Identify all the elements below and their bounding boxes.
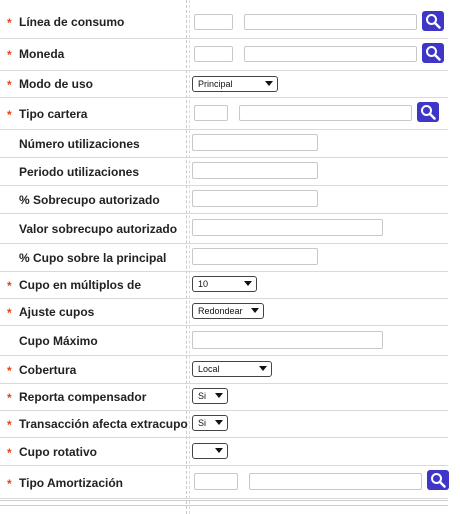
chevron-down-icon [259,366,267,371]
row-periodo-utilizaciones: Periodo utilizaciones [0,157,448,186]
row-linea-consumo: * Línea de consumo [0,6,448,39]
transaccion-extracupo-select[interactable]: Si [192,415,228,431]
transaccion-extracupo-selected-value: Si [198,418,207,428]
tipo-amortizacion-search-button[interactable] [427,470,449,490]
row-ajuste-cupos: * Ajuste cupos Redondear [0,298,448,326]
cobertura-selected-value: Local [198,364,220,374]
row-modo-uso: * Modo de uso Principal [0,70,448,98]
label-valor-sobrecupo: Valor sobrecupo autorizado [19,222,178,236]
chevron-down-icon [244,281,252,286]
label-sobrecupo-autorizado: % Sobrecupo autorizado [19,193,160,207]
cobertura-select[interactable]: Local [192,361,272,377]
row-transaccion-extracupo: * Transacción afecta extracupo Si [0,410,448,438]
row-numero-utilizaciones: Número utilizaciones [0,129,448,158]
tipo-cartera-description-input[interactable] [239,105,412,121]
required-marker: * [7,108,12,122]
ajuste-cupos-select[interactable]: Redondear [192,303,264,319]
label-cupo-sobre-principal: % Cupo sobre la principal [19,251,167,265]
required-marker: * [7,364,12,378]
required-marker: * [7,279,12,293]
search-icon [431,473,446,488]
required-marker: * [7,306,12,320]
label-modo-uso: Modo de uso [19,77,93,91]
label-numero-utilizaciones: Número utilizaciones [19,137,140,151]
moneda-description-input[interactable] [244,46,417,62]
tipo-amortizacion-description-input[interactable] [249,473,422,490]
sobrecupo-autorizado-input[interactable] [192,190,318,207]
row-sobrecupo-autorizado: % Sobrecupo autorizado [0,185,448,214]
label-cupo-maximo: Cupo Máximo [19,334,98,348]
periodo-utilizaciones-input[interactable] [192,162,318,179]
linea-consumo-search-button[interactable] [422,11,444,31]
tipo-cartera-search-button[interactable] [417,102,439,122]
ajuste-cupos-selected-value: Redondear [198,306,243,316]
row-tipo-cartera: * Tipo cartera [0,97,448,130]
valor-sobrecupo-input[interactable] [192,219,383,236]
required-marker: * [7,78,12,92]
required-marker: * [7,391,12,405]
linea-consumo-description-input[interactable] [244,14,417,30]
moneda-code-input[interactable] [194,46,233,62]
row-cobertura: * Cobertura Local [0,355,448,384]
cupo-multiplos-select[interactable]: 10 [192,276,257,292]
row-cupo-maximo: Cupo Máximo [0,325,448,356]
cupo-sobre-principal-input[interactable] [192,248,318,265]
label-transaccion-extracupo: Transacción afecta extracupo [19,417,188,431]
cupo-rotativo-select[interactable] [192,443,228,459]
tipo-cartera-code-input[interactable] [194,105,228,121]
linea-consumo-code-input[interactable] [194,14,233,30]
chevron-down-icon [215,448,223,453]
row-moneda: * Moneda [0,38,448,71]
label-ajuste-cupos: Ajuste cupos [19,305,95,319]
moneda-search-button[interactable] [422,43,444,63]
row-valor-sobrecupo: Valor sobrecupo autorizado [0,213,448,244]
modo-uso-select[interactable]: Principal [192,76,278,92]
required-marker: * [7,418,12,432]
required-marker: * [7,16,12,30]
required-marker: * [7,48,12,62]
form-bottom-border [0,500,448,506]
label-cupo-rotativo: Cupo rotativo [19,445,97,459]
chevron-down-icon [265,81,273,86]
cupo-maximo-input[interactable] [192,331,383,349]
label-linea-consumo: Línea de consumo [19,15,125,29]
row-tipo-amortizacion: * Tipo Amortización [0,465,449,499]
cupo-multiplos-selected-value: 10 [198,279,209,289]
chevron-down-icon [215,420,223,425]
required-marker: * [7,446,12,460]
chevron-down-icon [251,308,259,313]
reporta-compensador-selected-value: Si [198,391,207,401]
label-cupo-multiplos: Cupo en múltiplos de [19,278,141,292]
search-icon [421,105,436,120]
label-reporta-compensador: Reporta compensador [19,390,147,404]
chevron-down-icon [215,393,223,398]
search-icon [426,14,441,29]
numero-utilizaciones-input[interactable] [192,134,318,151]
tipo-amortizacion-code-input[interactable] [194,473,238,490]
label-cobertura: Cobertura [19,363,77,377]
search-icon [426,46,441,61]
row-cupo-rotativo: * Cupo rotativo [0,437,448,466]
reporta-compensador-select[interactable]: Si [192,388,228,404]
row-cupo-sobre-principal: % Cupo sobre la principal [0,243,448,272]
row-reporta-compensador: * Reporta compensador Si [0,383,448,411]
row-cupo-multiplos: * Cupo en múltiplos de 10 [0,271,448,299]
credit-line-form: * Línea de consumo * Moneda * Modo de us… [0,0,460,514]
label-moneda: Moneda [19,47,65,61]
label-tipo-amortizacion: Tipo Amortización [19,476,124,490]
required-marker: * [7,477,12,491]
label-tipo-cartera: Tipo cartera [19,107,88,121]
label-periodo-utilizaciones: Periodo utilizaciones [19,165,140,179]
modo-uso-selected-value: Principal [198,79,233,89]
